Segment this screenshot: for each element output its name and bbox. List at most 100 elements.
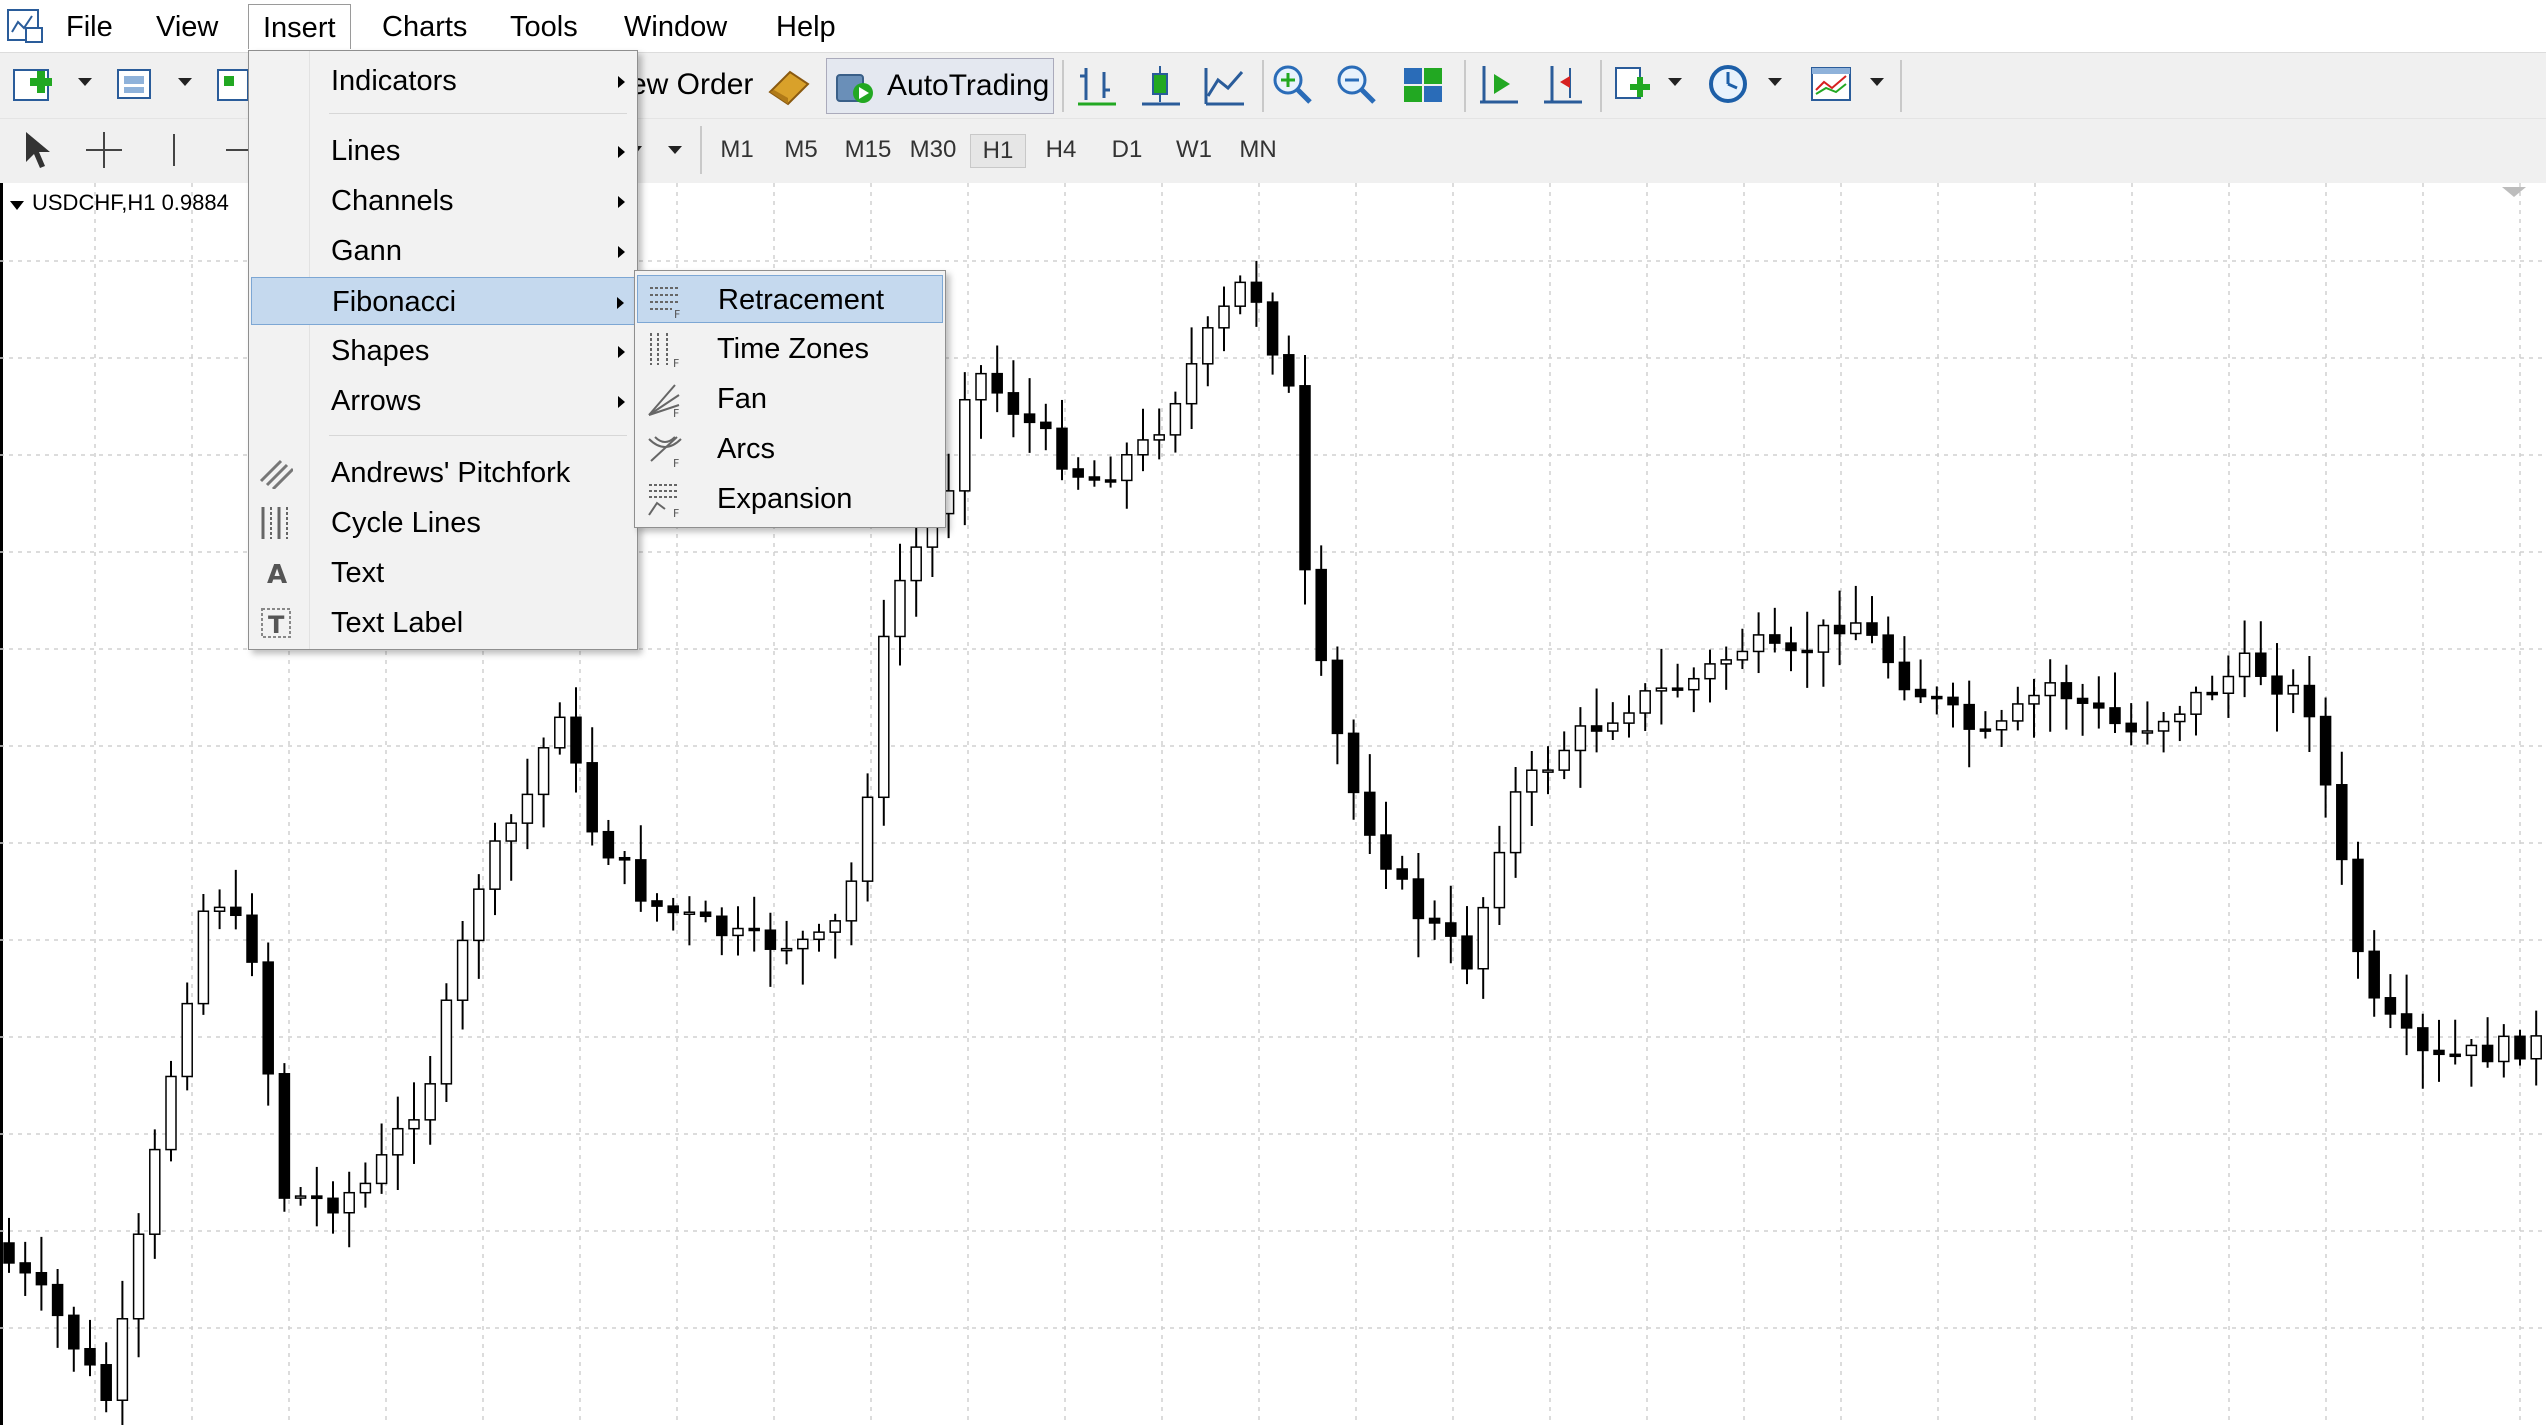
candle-body <box>1769 634 1781 644</box>
candle-body <box>375 1154 388 1185</box>
line-studies-dropdown-icon[interactable] <box>668 146 682 154</box>
insert-menu-item-text[interactable]: A Text <box>251 549 635 597</box>
periods-dropdown-icon[interactable] <box>1768 78 1782 86</box>
fibonacci-item-expansion[interactable]: F Expansion <box>637 475 943 523</box>
candle-body <box>1023 413 1036 424</box>
submenu-arrow-icon <box>617 297 624 309</box>
insert-menu-item-channels[interactable]: Channels <box>251 177 635 225</box>
candle-body <box>1412 878 1425 920</box>
candle-body <box>2514 1035 2526 1060</box>
profiles-dropdown-icon[interactable] <box>178 78 192 86</box>
candle-body <box>1509 791 1522 854</box>
candle-body <box>797 938 809 950</box>
candle-body <box>878 635 890 799</box>
candle-body <box>1607 722 1619 732</box>
candle-body <box>1283 354 1295 387</box>
metaeditor-icon[interactable] <box>764 62 814 108</box>
menu-insert[interactable]: Insert <box>248 4 351 49</box>
insert-menu-item-andrews-pitchfork[interactable]: Andrews' Pitchfork <box>251 449 635 497</box>
insert-menu-item-fibonacci[interactable]: Fibonacci <box>251 277 635 325</box>
chart-shift-icon[interactable] <box>1476 62 1522 108</box>
auto-scroll-icon[interactable] <box>1540 62 1586 108</box>
chart-collapse-icon[interactable] <box>10 201 24 210</box>
text-label-icon: T <box>261 608 291 639</box>
timeframe-m5[interactable]: M5 <box>778 134 824 166</box>
timeframe-mn[interactable]: MN <box>1232 134 1284 166</box>
candle-body <box>1671 687 1684 691</box>
menu-view[interactable]: View <box>142 8 232 46</box>
insert-menu-item-lines[interactable]: Lines <box>251 127 635 175</box>
fibonacci-item-arcs[interactable]: F Arcs <box>637 425 943 473</box>
candle-body <box>149 1148 161 1235</box>
market-watch-icon[interactable] <box>214 60 250 110</box>
menu-file[interactable]: File <box>52 8 127 46</box>
candle-body <box>1347 732 1360 794</box>
candlestick-chart-icon[interactable] <box>1138 62 1184 108</box>
timeframe-h4[interactable]: H4 <box>1036 134 1086 166</box>
candle-body <box>2287 684 2299 695</box>
timeframe-m1[interactable]: M1 <box>714 134 760 166</box>
candle-body <box>424 1083 436 1121</box>
candle-body <box>1250 281 1263 303</box>
candle-body <box>1315 568 1327 662</box>
menu-help[interactable]: Help <box>762 8 850 46</box>
candle-body <box>780 947 793 952</box>
new-order-button[interactable]: ew Order <box>630 60 753 110</box>
candle-body <box>618 856 631 861</box>
timeframe-h1[interactable]: H1 <box>970 134 1026 168</box>
insert-menu-item-arrows[interactable]: Arrows <box>251 377 635 425</box>
candle-body <box>602 830 615 859</box>
periods-clock-icon[interactable] <box>1706 62 1752 108</box>
text-icon: A <box>267 560 287 589</box>
autotrading-icon <box>836 74 873 103</box>
candle-body <box>505 822 517 842</box>
indicators-dropdown-icon[interactable] <box>1668 78 1682 86</box>
fibonacci-item-fan[interactable]: F Fan <box>637 375 943 423</box>
candle-body <box>1461 935 1473 970</box>
new-chart-icon[interactable] <box>10 60 60 110</box>
timeframe-m30[interactable]: M30 <box>904 134 962 166</box>
menu-bar: File View Insert Charts Tools Window Hel… <box>0 0 2546 52</box>
menu-tools[interactable]: Tools <box>496 8 592 46</box>
insert-menu-item-cycle-lines[interactable]: Cycle Lines <box>251 499 635 547</box>
menu-charts[interactable]: Charts <box>368 8 481 46</box>
tile-windows-icon[interactable] <box>1400 62 1446 108</box>
insert-menu-item-shapes[interactable]: Shapes <box>251 327 635 375</box>
timeframe-m15[interactable]: M15 <box>840 134 896 166</box>
new-chart-dropdown-icon[interactable] <box>78 78 92 86</box>
templates-dropdown-icon[interactable] <box>1870 78 1884 86</box>
autotrading-button[interactable]: AutoTrading <box>826 58 1054 114</box>
insert-menu-item-indicators[interactable]: Indicators <box>251 57 635 105</box>
zoom-out-icon[interactable] <box>1334 62 1380 108</box>
submenu-arrow-icon <box>618 196 625 208</box>
horizontal-line-icon[interactable] <box>224 130 248 170</box>
bar-chart-icon[interactable] <box>1074 62 1120 108</box>
submenu-arrow-icon <box>618 146 625 158</box>
fibonacci-submenu: F Retracement F Time Zones F Fan F Arcs <box>634 270 946 528</box>
insert-menu-item-gann[interactable]: Gann <box>251 227 635 275</box>
insert-menu-item-text-label[interactable]: T Text Label <box>251 599 635 647</box>
candle-body <box>1202 327 1214 365</box>
candle-body <box>716 915 728 937</box>
timeframe-w1[interactable]: W1 <box>1170 134 1218 166</box>
candle-body <box>2012 703 2024 722</box>
cursor-arrow-icon[interactable] <box>20 128 54 172</box>
line-chart-icon[interactable] <box>1202 62 1248 108</box>
crosshair-icon[interactable] <box>84 130 124 170</box>
menu-window[interactable]: Window <box>610 8 741 46</box>
candle-body <box>1185 363 1198 405</box>
templates-icon[interactable] <box>1808 62 1854 108</box>
fibonacci-item-time-zones[interactable]: F Time Zones <box>637 325 943 373</box>
fibonacci-item-retracement[interactable]: F Retracement <box>637 275 943 323</box>
insert-menu: Indicators Lines Channels Gann Fibonacci… <box>248 50 638 650</box>
vertical-line-icon[interactable] <box>162 130 186 170</box>
candle-body <box>586 762 598 833</box>
candle-body <box>2481 1044 2494 1063</box>
candle-body <box>294 1195 307 1199</box>
zoom-in-icon[interactable] <box>1270 62 1316 108</box>
timeframe-d1[interactable]: D1 <box>1104 134 1150 166</box>
chart-scroll-marker-icon[interactable] <box>2502 187 2526 197</box>
indicators-list-icon[interactable] <box>1610 62 1656 108</box>
profiles-icon[interactable] <box>112 60 162 110</box>
candle-body <box>197 910 210 1005</box>
